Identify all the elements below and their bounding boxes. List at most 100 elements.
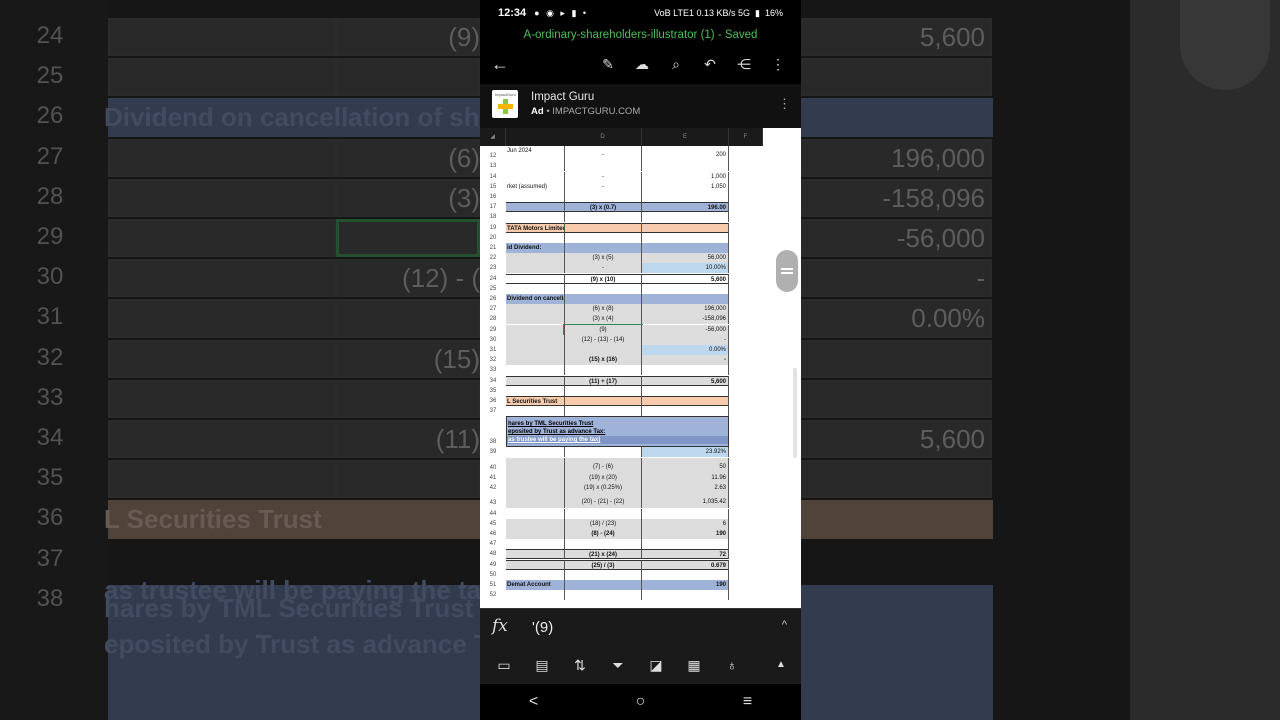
row-number[interactable]: 52 xyxy=(480,590,506,600)
label-cell[interactable]: id Dividend: xyxy=(506,242,564,254)
value-cell[interactable]: 1,050 xyxy=(642,181,729,192)
value-cell[interactable] xyxy=(642,191,729,203)
row-number[interactable]: 36 xyxy=(480,396,506,406)
value-cell[interactable]: 72 xyxy=(642,549,729,560)
row-number[interactable]: 15 xyxy=(480,182,506,192)
formula-cell[interactable] xyxy=(564,508,642,519)
value-cell[interactable] xyxy=(642,232,729,243)
formula-cell[interactable]: (12) - (13) - (14) xyxy=(564,334,642,345)
value-cell[interactable]: 196,000 xyxy=(642,304,729,315)
search-icon[interactable]: ⌕ xyxy=(665,52,687,76)
table-icon[interactable]: ▤ xyxy=(530,653,554,677)
nav-home-icon[interactable]: ○ xyxy=(621,693,661,711)
label-cell[interactable] xyxy=(506,570,564,580)
row-number[interactable]: 35 xyxy=(480,386,506,396)
label-cell[interactable] xyxy=(506,273,564,284)
row-number[interactable]: 23 xyxy=(480,263,506,273)
row-number[interactable]: 48 xyxy=(480,549,506,559)
row-number[interactable]: 43 xyxy=(480,498,506,508)
formula-cell[interactable] xyxy=(564,447,642,458)
label-cell[interactable]: L Securities Trust xyxy=(506,395,564,407)
value-cell[interactable]: 1,035.42 xyxy=(642,493,729,509)
value-cell[interactable]: 50 xyxy=(642,457,729,473)
row-number[interactable]: 40 xyxy=(480,463,506,473)
label-cell[interactable] xyxy=(506,559,564,570)
nav-back-icon[interactable]: < xyxy=(514,693,554,711)
ad-banner[interactable]: ImpactGuru Impact Guru Ad • IMPACTGURU.C… xyxy=(480,84,801,128)
formula-cell[interactable] xyxy=(564,242,642,254)
label-cell[interactable]: Demat Account xyxy=(506,579,564,591)
formula-cell[interactable]: (11) + (17) xyxy=(564,375,642,386)
value-cell[interactable] xyxy=(642,365,729,376)
row-number[interactable]: 42 xyxy=(480,483,506,493)
spreadsheet-grid[interactable]: ◢ D E F 12 13 14 15 16 17 18 19 20 21 22 23 24 25 26 27… xyxy=(480,128,801,608)
formula-cell[interactable]: - xyxy=(564,263,642,274)
label-cell[interactable] xyxy=(506,365,564,375)
share-icon[interactable]: ⋲ xyxy=(733,52,755,76)
formula-cell[interactable]: - xyxy=(564,146,642,162)
label-cell[interactable] xyxy=(506,284,564,294)
formula-cell[interactable]: (20) - (21) - (22) xyxy=(564,493,642,509)
back-arrow-icon[interactable]: ← xyxy=(488,52,512,76)
row-number[interactable]: 39 xyxy=(480,447,506,457)
row-number[interactable]: 17 xyxy=(480,202,506,212)
row-number[interactable]: 28 xyxy=(480,314,506,324)
value-cell[interactable]: 10.00% xyxy=(642,263,729,274)
expand-formula-icon[interactable]: ^ xyxy=(782,619,787,631)
row-number[interactable]: 50 xyxy=(480,570,506,580)
formula-cell[interactable] xyxy=(564,395,642,407)
row-number[interactable]: 25 xyxy=(480,284,506,294)
label-cell[interactable] xyxy=(506,375,564,386)
label-cell[interactable] xyxy=(506,493,564,509)
formula-cell[interactable]: (3) x (5) xyxy=(564,253,642,264)
formula-cell[interactable] xyxy=(564,365,642,376)
formula-cell[interactable] xyxy=(564,590,642,601)
row-number[interactable]: 24 xyxy=(480,274,506,284)
sort-icon[interactable]: ⇅ xyxy=(568,653,592,677)
formula-cell[interactable] xyxy=(564,161,642,172)
value-cell[interactable]: 200 xyxy=(642,146,729,162)
value-cell[interactable] xyxy=(642,569,729,580)
row-number[interactable]: 51 xyxy=(480,580,506,590)
formula-input[interactable]: '(9) xyxy=(532,619,553,636)
value-cell[interactable]: - xyxy=(642,355,729,366)
fill-icon[interactable]: ◪ xyxy=(644,653,668,677)
value-cell[interactable]: 0.00% xyxy=(642,344,729,356)
formula-cell[interactable]: (8) - (24) xyxy=(564,528,642,540)
formula-cell[interactable]: (19) x (0.25%) xyxy=(564,483,642,494)
formula-bar[interactable]: fx '(9) ^ xyxy=(480,608,801,646)
formula-cell[interactable] xyxy=(564,283,642,294)
grid-icon[interactable]: ▦ xyxy=(682,653,706,677)
row-number[interactable]: 16 xyxy=(480,192,506,202)
row-number[interactable]: 21 xyxy=(480,243,506,253)
value-cell[interactable]: 56,000 xyxy=(642,253,729,264)
row-number[interactable]: 37 xyxy=(480,406,506,416)
sheet-view-icon[interactable]: ▭ xyxy=(492,653,516,677)
label-cell[interactable]: TATA Motors Limited xyxy=(506,222,564,233)
formula-cell[interactable]: (9) x (10) xyxy=(564,273,642,284)
label-cell[interactable] xyxy=(506,324,564,335)
formula-cell[interactable] xyxy=(564,579,642,591)
label-cell[interactable] xyxy=(506,483,564,494)
row-number[interactable]: 31 xyxy=(480,345,506,355)
value-cell[interactable]: 5,600 xyxy=(642,375,729,386)
row-number[interactable]: 12 xyxy=(480,151,506,161)
row-number[interactable]: 38 xyxy=(480,437,506,447)
label-cell[interactable] xyxy=(506,447,564,457)
row-number[interactable]: 14 xyxy=(480,172,506,182)
value-cell[interactable]: 11.96 xyxy=(642,472,729,483)
row-number[interactable]: 33 xyxy=(480,365,506,375)
label-cell[interactable] xyxy=(506,253,564,264)
label-cell[interactable] xyxy=(506,161,564,171)
value-cell[interactable]: 196.00 xyxy=(642,202,729,213)
draw-icon[interactable]: ✎ xyxy=(597,52,619,76)
formula-cell[interactable]: (3) x (4) xyxy=(564,314,642,325)
formula-cell[interactable] xyxy=(564,222,642,233)
value-cell[interactable] xyxy=(642,293,729,305)
value-cell[interactable]: -56,000 xyxy=(642,324,729,335)
formula-cell[interactable] xyxy=(564,406,642,417)
row-number[interactable]: 26 xyxy=(480,294,506,304)
row-number[interactable]: 41 xyxy=(480,473,506,483)
row-number[interactable]: 18 xyxy=(480,212,506,222)
row-number[interactable]: 34 xyxy=(480,376,506,386)
